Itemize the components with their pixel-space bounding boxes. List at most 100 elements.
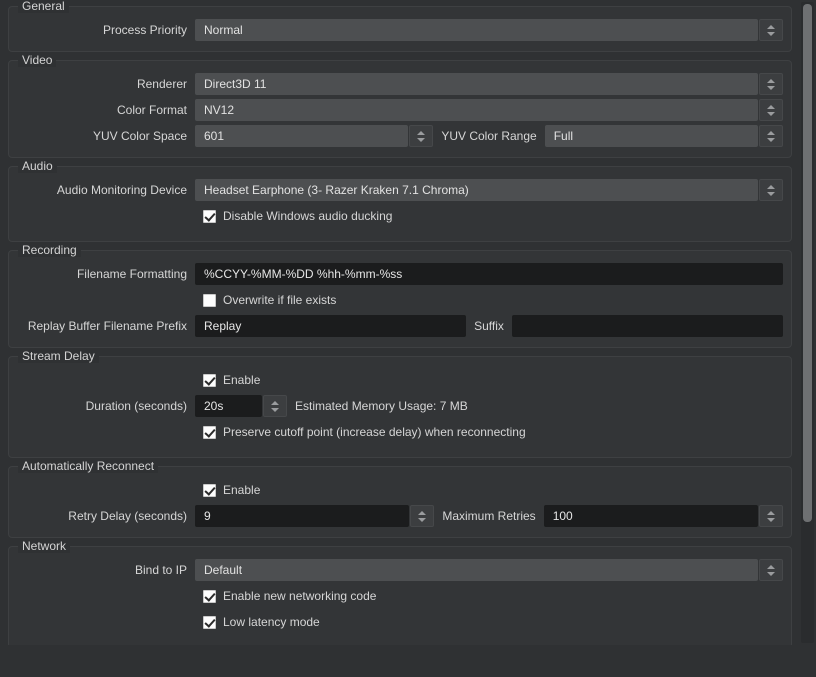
chevron-up-icon <box>767 24 775 29</box>
chevron-up-icon <box>767 78 775 83</box>
checkbox-disable-audio-ducking[interactable] <box>203 209 216 223</box>
group-title-automatically-reconnect: Automatically Reconnect <box>18 460 159 473</box>
row-retry-delay: Retry Delay (seconds) 9 Maximum Retries … <box>17 505 784 527</box>
checkbox-low-latency-mode[interactable] <box>203 615 216 629</box>
input-filename-formatting-value: %CCYY-%MM-%DD %hh-%mm-%ss <box>204 267 403 281</box>
checkbox-enable-new-networking-code[interactable] <box>203 589 216 603</box>
input-maximum-retries-value: 100 <box>552 509 573 523</box>
row-bind-to-ip: Bind to IP Default <box>17 559 783 581</box>
row-overwrite-if-file-exists: Overwrite if file exists <box>17 289 783 311</box>
vertical-scrollbar[interactable] <box>801 2 814 643</box>
row-renderer: Renderer Direct3D 11 <box>17 73 783 95</box>
spinner-maximum-retries[interactable] <box>759 505 784 527</box>
combo-renderer[interactable]: Direct3D 11 <box>195 73 758 95</box>
row-stream-delay-enable: Enable <box>17 369 783 391</box>
combo-color-format-value: NV12 <box>204 103 235 117</box>
input-stream-delay-duration-value: 20s <box>204 399 224 413</box>
row-enable-new-networking-code: Enable new networking code <box>17 585 783 607</box>
input-retry-delay-value: 9 <box>204 509 211 523</box>
group-title-network: Network <box>18 540 71 553</box>
checkbox-auto-reconnect-enable[interactable] <box>203 483 216 497</box>
group-title-recording: Recording <box>18 244 81 257</box>
combo-yuv-color-space-value: 601 <box>204 129 225 143</box>
input-maximum-retries[interactable]: 100 <box>543 505 759 527</box>
group-title-general: General <box>18 0 69 13</box>
combo-process-priority-value: Normal <box>204 23 243 37</box>
chevron-down-icon <box>417 137 426 142</box>
group-audio: Audio Audio Monitoring Device Headset Ea… <box>8 160 792 242</box>
label-overwrite-if-file-exists: Overwrite if file exists <box>223 293 337 307</box>
combo-audio-monitoring-device[interactable]: Headset Earphone (3- Razer Kraken 7.1 Ch… <box>195 179 758 201</box>
label-color-format: Color Format <box>116 103 187 117</box>
checkbox-preserve-cutoff-point[interactable] <box>203 425 216 439</box>
group-network: Network Bind to IP Default Enable new ne… <box>8 540 792 645</box>
chevron-up-icon <box>767 510 776 515</box>
row-color-format: Color Format NV12 <box>17 99 783 121</box>
input-stream-delay-duration[interactable]: 20s <box>195 395 262 417</box>
label-stream-delay-enable: Enable <box>223 373 261 387</box>
input-replay-buffer-prefix[interactable]: Replay <box>195 315 467 337</box>
label-yuv-color-range: YUV Color Range <box>441 129 537 143</box>
checkbox-stream-delay-enable[interactable] <box>203 373 216 387</box>
group-title-video: Video <box>18 54 57 67</box>
chevron-up-icon <box>417 130 426 135</box>
label-filename-formatting: Filename Formatting <box>76 267 187 281</box>
label-bind-to-ip: Bind to IP <box>134 563 187 577</box>
group-video: Video Renderer Direct3D 11 Color Format … <box>8 54 792 158</box>
combo-process-priority-arrows[interactable] <box>759 19 783 41</box>
combo-color-format[interactable]: NV12 <box>195 99 758 121</box>
settings-scroll-viewport[interactable]: General Process Priority Normal Video Re… <box>0 0 800 645</box>
combo-renderer-value: Direct3D 11 <box>204 77 267 91</box>
group-general: General Process Priority Normal <box>8 0 792 52</box>
combo-audio-monitoring-device-arrows[interactable] <box>759 179 783 201</box>
combo-process-priority[interactable]: Normal <box>195 19 758 41</box>
combo-renderer-arrows[interactable] <box>759 73 783 95</box>
chevron-down-icon <box>418 517 427 522</box>
chevron-down-icon <box>767 111 775 116</box>
combo-yuv-color-range-arrows[interactable] <box>759 125 784 147</box>
settings-content: General Process Priority Normal Video Re… <box>0 0 800 645</box>
label-estimated-memory-usage: Estimated Memory Usage: 7 MB <box>295 399 468 413</box>
label-stream-delay-duration: Duration (seconds) <box>85 399 187 413</box>
label-retry-delay: Retry Delay (seconds) <box>68 509 187 523</box>
row-filename-formatting: Filename Formatting %CCYY-%MM-%DD %hh-%m… <box>17 263 783 285</box>
row-auto-reconnect-enable: Enable <box>17 479 783 501</box>
chevron-up-icon <box>418 510 427 515</box>
label-yuv-color-space: YUV Color Space <box>92 129 187 143</box>
combo-bind-to-ip-value: Default <box>204 563 243 577</box>
input-replay-buffer-prefix-value: Replay <box>204 319 242 333</box>
combo-bind-to-ip[interactable]: Default <box>195 559 758 581</box>
chevron-down-icon <box>767 85 775 90</box>
label-renderer: Renderer <box>136 77 187 91</box>
group-stream-delay: Stream Delay Enable Duration (seconds) 2… <box>8 350 792 458</box>
group-automatically-reconnect: Automatically Reconnect Enable Retry Del… <box>8 460 792 538</box>
group-title-stream-delay: Stream Delay <box>18 350 99 363</box>
label-process-priority: Process Priority <box>102 23 187 37</box>
input-retry-delay[interactable]: 9 <box>195 505 410 527</box>
combo-bind-to-ip-arrows[interactable] <box>759 559 783 581</box>
combo-yuv-color-range-value: Full <box>553 129 574 143</box>
vertical-scrollbar-thumb[interactable] <box>803 4 812 522</box>
row-yuv: YUV Color Space 601 YUV Color Range Full <box>17 125 784 147</box>
chevron-down-icon <box>767 31 775 36</box>
row-audio-monitoring-device: Audio Monitoring Device Headset Earphone… <box>17 179 783 201</box>
chevron-down-icon <box>767 517 776 522</box>
label-disable-audio-ducking: Disable Windows audio ducking <box>223 209 393 223</box>
combo-yuv-color-space[interactable]: 601 <box>195 125 409 147</box>
chevron-down-icon <box>767 137 776 142</box>
row-replay-buffer-prefix: Replay Buffer Filename Prefix Replay Suf… <box>17 315 784 337</box>
input-filename-formatting[interactable]: %CCYY-%MM-%DD %hh-%mm-%ss <box>195 263 783 285</box>
chevron-up-icon <box>767 564 775 569</box>
row-disable-audio-ducking: Disable Windows audio ducking <box>17 205 783 227</box>
chevron-up-icon <box>767 184 775 189</box>
checkbox-overwrite-if-file-exists[interactable] <box>203 293 216 307</box>
combo-color-format-arrows[interactable] <box>759 99 783 121</box>
label-auto-reconnect-enable: Enable <box>223 483 261 497</box>
spinner-retry-delay[interactable] <box>410 505 435 527</box>
combo-yuv-color-space-arrows[interactable] <box>409 125 434 147</box>
chevron-down-icon <box>271 407 279 412</box>
spinner-stream-delay-duration[interactable] <box>263 395 287 417</box>
input-replay-buffer-suffix[interactable] <box>511 315 784 337</box>
combo-yuv-color-range[interactable]: Full <box>544 125 759 147</box>
chevron-up-icon <box>271 400 279 405</box>
